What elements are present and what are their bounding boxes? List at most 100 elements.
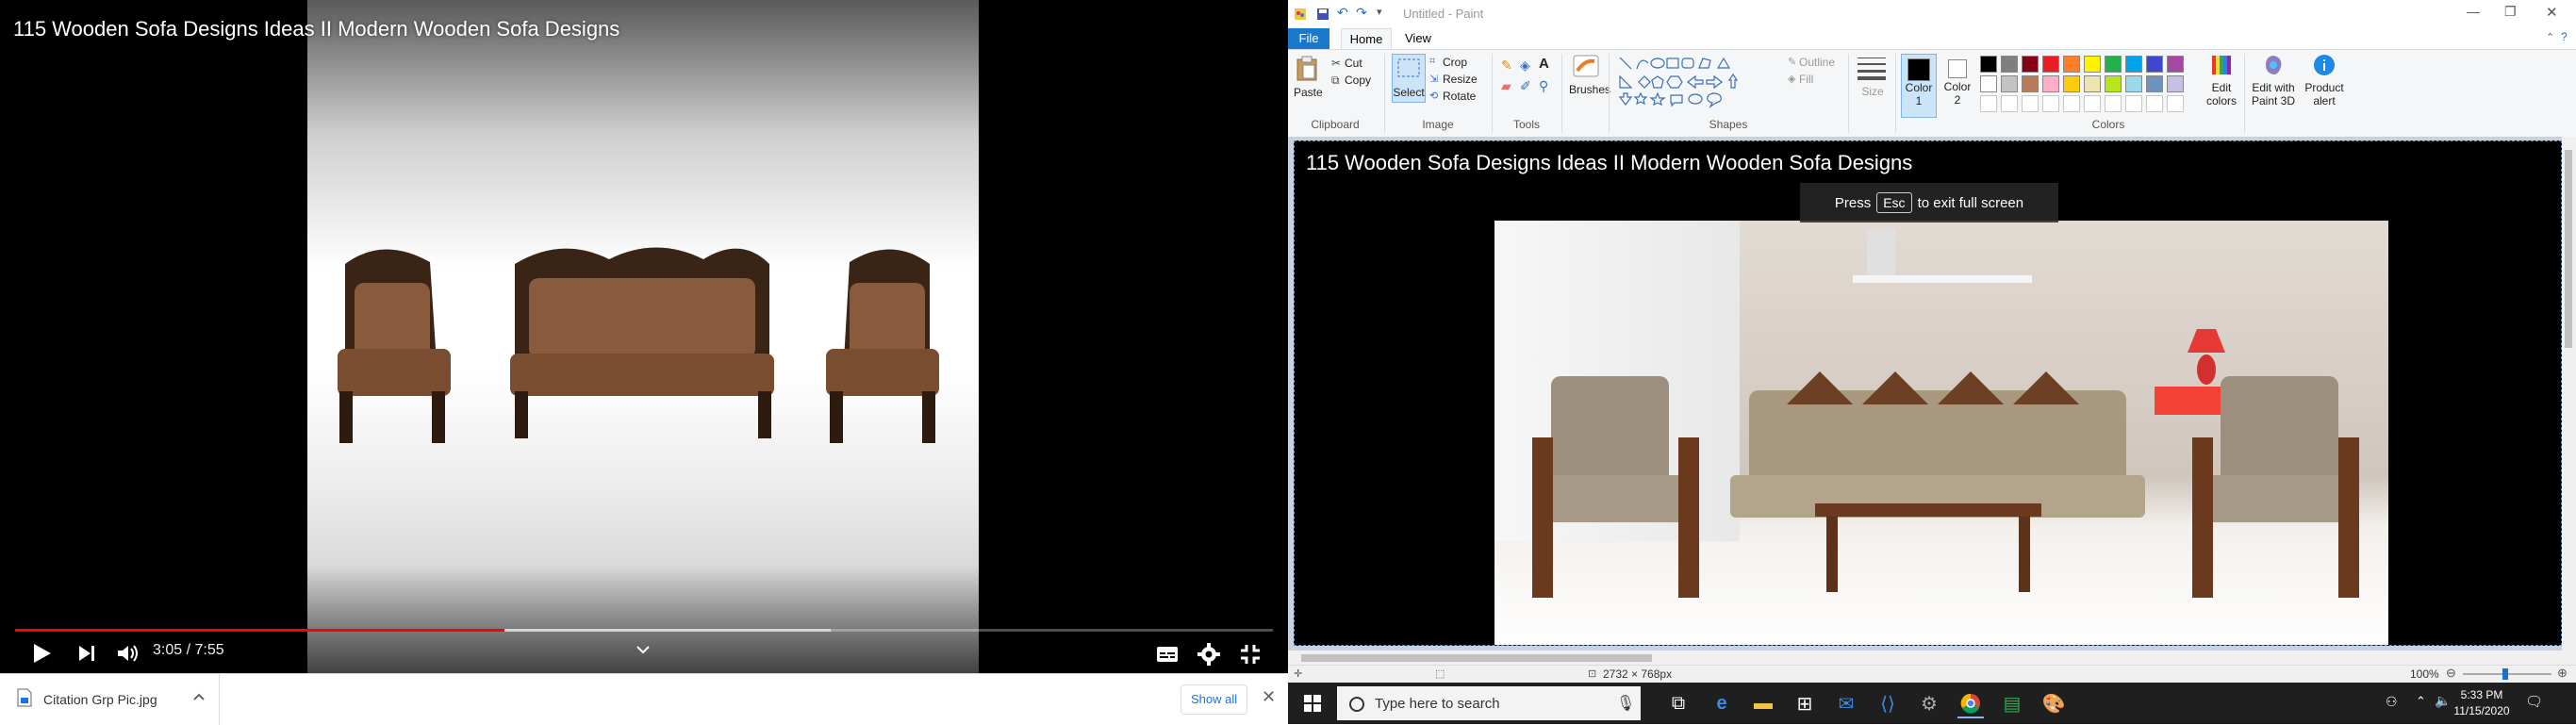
palette-color-swatch[interactable] <box>2001 75 2018 92</box>
download-item[interactable]: Citation Grp Pic.jpg <box>0 674 220 725</box>
horizontal-scroll-thumb[interactable] <box>1301 654 1652 662</box>
task-view-icon[interactable]: ⧉ <box>1665 690 1692 717</box>
minimize-icon[interactable]: — <box>2467 4 2480 19</box>
size-button[interactable]: Size <box>1856 54 1890 110</box>
palette-color-swatch[interactable] <box>2084 56 2101 73</box>
outline-dropdown[interactable]: Outline <box>1799 56 1835 69</box>
volume-button[interactable] <box>113 639 143 667</box>
notifications-icon[interactable]: 🗨 <box>2525 693 2543 710</box>
palette-color-swatch[interactable] <box>2084 75 2101 92</box>
chrome-icon[interactable] <box>1957 690 1984 718</box>
subtitles-button[interactable] <box>1152 641 1182 667</box>
close-download-bar-button[interactable]: ✕ <box>1262 687 1276 707</box>
zoom-in-icon[interactable]: ⊕ <box>2557 666 2568 681</box>
edge-icon[interactable]: e <box>1709 690 1735 717</box>
palette-color-swatch[interactable] <box>2042 56 2059 73</box>
palette-color-swatch[interactable] <box>1980 56 1997 73</box>
download-menu-button[interactable] <box>192 689 207 704</box>
color-palette[interactable] <box>1980 56 2206 114</box>
video-title[interactable]: 115 Wooden Sofa Designs Ideas II Modern … <box>13 17 619 41</box>
fill-dropdown[interactable]: Fill <box>1799 73 1813 86</box>
brushes-button[interactable]: Brushes <box>1569 54 1610 107</box>
edit-with-paint3d-button[interactable]: Edit with Paint 3D <box>2250 54 2297 116</box>
vertical-scrollbar[interactable] <box>2562 137 2576 651</box>
redo-icon[interactable]: ↷ <box>1356 5 1367 21</box>
store-icon[interactable]: ⊞ <box>1792 690 1818 717</box>
video-player[interactable]: 115 Wooden Sofa Designs Ideas II Modern … <box>0 0 1288 673</box>
palette-color-swatch[interactable] <box>2063 56 2080 73</box>
paint-taskbar-icon[interactable]: 🎨 <box>2040 690 2067 717</box>
magnifier-icon[interactable]: ⚲ <box>1539 78 1548 94</box>
palette-color-swatch[interactable] <box>2105 56 2122 73</box>
vscode-icon[interactable]: ⟨⟩ <box>1874 690 1901 717</box>
undo-icon[interactable]: ↶ <box>1337 5 1348 21</box>
color2-button[interactable]: Color 2 <box>1940 54 1974 116</box>
select-button[interactable]: Select <box>1392 54 1426 103</box>
palette-color-swatch[interactable] <box>2063 75 2080 92</box>
next-button[interactable] <box>72 639 102 667</box>
color1-button[interactable]: Color 1 <box>1901 54 1937 118</box>
file-explorer-icon[interactable]: ▬ <box>1750 690 1776 717</box>
help-icon[interactable]: ? <box>2561 30 2568 43</box>
save-icon[interactable] <box>1316 8 1329 21</box>
palette-color-swatch[interactable] <box>2167 56 2184 73</box>
palette-color-swatch[interactable] <box>2146 75 2163 92</box>
eraser-icon[interactable]: ▰ <box>1501 78 1511 94</box>
custom-color-slot[interactable] <box>2084 95 2101 112</box>
palette-color-swatch[interactable] <box>2042 75 2059 92</box>
palette-color-swatch[interactable] <box>2167 75 2184 92</box>
play-button[interactable] <box>26 639 57 667</box>
sheets-icon[interactable]: ▤ <box>1999 690 2025 717</box>
horizontal-scrollbar[interactable] <box>1288 651 2576 665</box>
settings-button[interactable] <box>1194 641 1224 667</box>
edit-colors-button[interactable]: Edit colors <box>2203 54 2240 116</box>
custom-color-slot[interactable] <box>1980 95 1997 112</box>
custom-color-slot[interactable] <box>2125 95 2142 112</box>
custom-color-slot[interactable] <box>2167 95 2184 112</box>
custom-color-slot[interactable] <box>2063 95 2080 112</box>
zoom-out-icon[interactable]: ⊖ <box>2446 666 2456 681</box>
cut-button[interactable]: Cut <box>1345 57 1362 70</box>
custom-color-slot[interactable] <box>2146 95 2163 112</box>
fill-bucket-icon[interactable]: ◈ <box>1520 58 1530 74</box>
ribbon-collapse-icon[interactable]: ⌃ <box>2546 31 2554 43</box>
zoom-slider-thumb[interactable] <box>2502 668 2508 680</box>
palette-color-swatch[interactable] <box>2022 56 2039 73</box>
microphone-icon[interactable]: 🎙 <box>1616 694 1635 713</box>
show-all-button[interactable]: Show all <box>1181 684 1248 715</box>
people-icon[interactable]: ⚇ <box>2386 694 2398 710</box>
crop-button[interactable]: Crop <box>1443 56 1467 69</box>
exit-fullscreen-button[interactable] <box>1235 641 1265 667</box>
taskbar-search[interactable]: Type here to search 🎙 <box>1337 686 1641 720</box>
tab-view[interactable]: View <box>1405 28 1431 49</box>
palette-color-swatch[interactable] <box>2022 75 2039 92</box>
volume-tray-icon[interactable]: 🔈 <box>2435 693 2451 709</box>
custom-color-slot[interactable] <box>2105 95 2122 112</box>
resize-button[interactable]: Resize <box>1443 73 1478 86</box>
copy-button[interactable]: Copy <box>1345 74 1371 87</box>
palette-color-swatch[interactable] <box>2146 56 2163 73</box>
custom-color-slot[interactable] <box>2001 95 2018 112</box>
paste-button[interactable] <box>1296 56 1318 82</box>
taskbar-clock[interactable]: 5:33 PM 11/15/2020 <box>2453 687 2510 719</box>
palette-color-swatch[interactable] <box>2105 75 2122 92</box>
pencil-icon[interactable]: ✎ <box>1501 58 1512 74</box>
close-window-icon[interactable]: ✕ <box>2546 4 2558 21</box>
restore-icon[interactable]: ❐ <box>2504 4 2517 20</box>
chevron-button[interactable] <box>628 639 658 660</box>
start-button[interactable] <box>1299 690 1326 717</box>
palette-color-swatch[interactable] <box>1980 75 1997 92</box>
text-tool-icon[interactable]: A <box>1539 56 1549 72</box>
palette-color-swatch[interactable] <box>2125 75 2142 92</box>
paste-label[interactable]: Paste <box>1294 86 1323 99</box>
quick-access-dropdown-icon[interactable]: ▾ <box>1377 6 1382 18</box>
rotate-button[interactable]: Rotate <box>1443 90 1476 103</box>
mail-icon[interactable]: ✉ <box>1833 690 1859 717</box>
tab-home[interactable]: Home <box>1341 28 1392 50</box>
product-alert-button[interactable]: Product alert <box>2303 54 2346 116</box>
shapes-gallery[interactable] <box>1616 54 1776 112</box>
custom-color-slot[interactable] <box>2022 95 2039 112</box>
tab-file[interactable]: File <box>1288 28 1329 49</box>
vertical-scroll-thumb[interactable] <box>2565 150 2572 348</box>
color-picker-icon[interactable]: ✐ <box>1520 78 1531 94</box>
